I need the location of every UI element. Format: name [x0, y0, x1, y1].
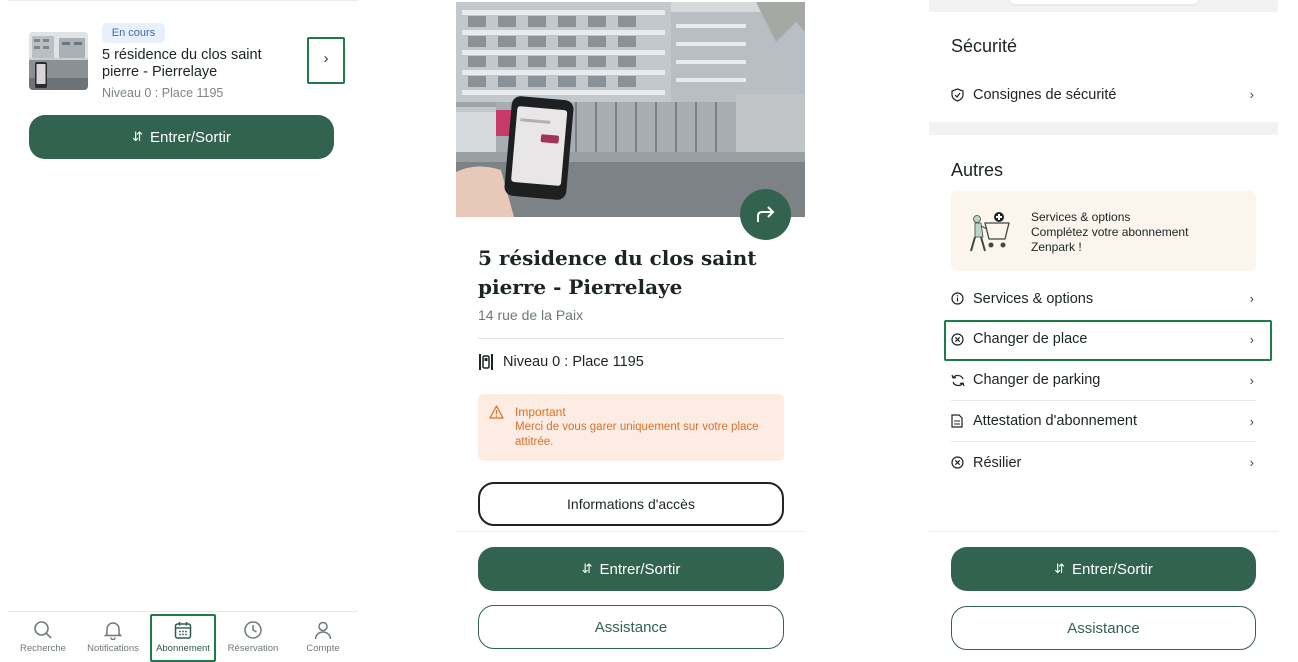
user-icon	[314, 621, 332, 640]
tab-label: Compte	[306, 643, 340, 654]
tab-label: Notifications	[87, 643, 139, 654]
parking-title: 5 résidence du clos saint pierre - Pierr…	[102, 47, 262, 80]
promo-line: Complétez votre abonnement	[1031, 225, 1189, 239]
divider	[8, 0, 358, 1]
alert-title: Important	[515, 405, 566, 419]
parking-place: Niveau 0 : Place 1195	[478, 353, 644, 371]
access-info-button[interactable]: Informations d'accès	[478, 482, 784, 526]
important-alert: Important Merci de vous garer uniquement…	[478, 394, 784, 461]
refresh-icon	[951, 374, 965, 386]
document-icon	[951, 414, 963, 428]
chevron-right-icon: ›	[1249, 413, 1254, 429]
parking-spot-icon	[479, 354, 493, 370]
subscription-options-screen: Sécurité Consignes de sécurité › Autres …	[929, 0, 1278, 662]
shopping-cart-illustration-icon	[970, 212, 1010, 252]
assistance-label: Assistance	[594, 618, 668, 636]
services-promo-card[interactable]: Services & options Complétez votre abonn…	[951, 191, 1256, 271]
highlight-frame	[150, 614, 216, 662]
chevron-right-icon: ›	[1249, 87, 1254, 102]
promo-line: Services & options	[1031, 210, 1131, 224]
swap-vertical-icon: ⇵	[132, 129, 144, 144]
access-info-label: Informations d'accès	[567, 496, 695, 512]
divider	[929, 531, 1278, 532]
row-label: Attestation d'abonnement	[973, 413, 1137, 429]
row-consignes-securite[interactable]: Consignes de sécurité ›	[951, 74, 1256, 115]
row-services-options[interactable]: Services & options ›	[951, 278, 1256, 319]
shield-icon	[951, 87, 964, 102]
divider	[478, 338, 784, 339]
subscription-detail-screen: 5 résidence du clos saint pierre - Pierr…	[456, 0, 806, 662]
clock-icon	[244, 621, 262, 639]
search-icon	[34, 621, 52, 639]
promo-text: Services & options Complétez votre abonn…	[1031, 210, 1241, 255]
chevron-right-icon: ›	[1249, 455, 1254, 470]
subscription-list-screen: En cours 5 résidence du clos saint pierr…	[8, 0, 358, 662]
warning-icon	[489, 405, 504, 419]
tab-label: Réservation	[227, 643, 279, 654]
highlight-frame	[944, 320, 1272, 361]
chevron-right-icon: ›	[1249, 372, 1254, 388]
highlight-frame	[307, 37, 345, 84]
row-label: Résilier	[973, 454, 1022, 471]
parking-place-label: Niveau 0 : Place 1195	[503, 354, 644, 370]
enter-exit-label: Entrer/Sortir	[599, 560, 681, 578]
promo-line: Zenpark !	[1031, 240, 1082, 254]
row-label: Consignes de sécurité	[973, 86, 1117, 103]
enter-exit-button[interactable]: ⇵ Entrer/Sortir	[478, 547, 784, 591]
chevron-right-icon: ›	[1249, 291, 1254, 306]
tab-reservation[interactable]: Réservation	[218, 612, 288, 662]
status-badge: En cours	[102, 23, 165, 43]
divider	[929, 0, 1278, 12]
parking-place: Niveau 0 : Place 1195	[102, 86, 224, 100]
tab-compte[interactable]: Compte	[288, 612, 358, 662]
swap-vertical-icon: ⇵	[581, 561, 593, 576]
others-section-title: Autres	[951, 160, 1004, 180]
share-button[interactable]	[740, 189, 791, 240]
parking-title: 5 résidence du clos saint pierre - Pierr…	[478, 246, 757, 299]
enter-exit-button[interactable]: ⇵ Entrer/Sortir	[951, 547, 1256, 591]
assistance-button[interactable]: Assistance	[951, 606, 1256, 650]
row-resilier[interactable]: Résilier ›	[951, 442, 1256, 483]
enter-exit-button[interactable]: ⇵ Entrer/Sortir	[29, 115, 334, 159]
assistance-label: Assistance	[1067, 619, 1140, 637]
tab-notifications[interactable]: Notifications	[78, 612, 148, 662]
divider	[456, 531, 805, 532]
share-arrow-icon	[756, 205, 774, 222]
parking-address: 14 rue de la Paix	[478, 307, 584, 323]
parking-photo	[456, 2, 805, 217]
row-attestation[interactable]: Attestation d'abonnement ›	[951, 401, 1256, 442]
tab-recherche[interactable]: Recherche	[8, 612, 78, 662]
bell-icon	[103, 622, 123, 640]
swap-vertical-icon: ⇵	[1054, 561, 1066, 576]
security-section-title: Sécurité	[951, 36, 1018, 56]
alert-body: Merci de vous garer uniquement sur votre…	[515, 421, 759, 448]
parking-thumbnail	[29, 32, 88, 90]
cancel-circle-icon	[951, 456, 964, 469]
row-label: Services & options	[973, 290, 1094, 307]
tab-label: Recherche	[20, 643, 66, 654]
enter-exit-label: Entrer/Sortir	[1072, 560, 1153, 578]
row-changer-de-parking[interactable]: Changer de parking ›	[951, 360, 1256, 401]
info-icon	[951, 292, 964, 305]
row-label: Changer de parking	[973, 372, 1101, 388]
enter-exit-label: Entrer/Sortir	[150, 128, 231, 146]
divider	[929, 122, 1278, 135]
assistance-button[interactable]: Assistance	[478, 605, 784, 649]
